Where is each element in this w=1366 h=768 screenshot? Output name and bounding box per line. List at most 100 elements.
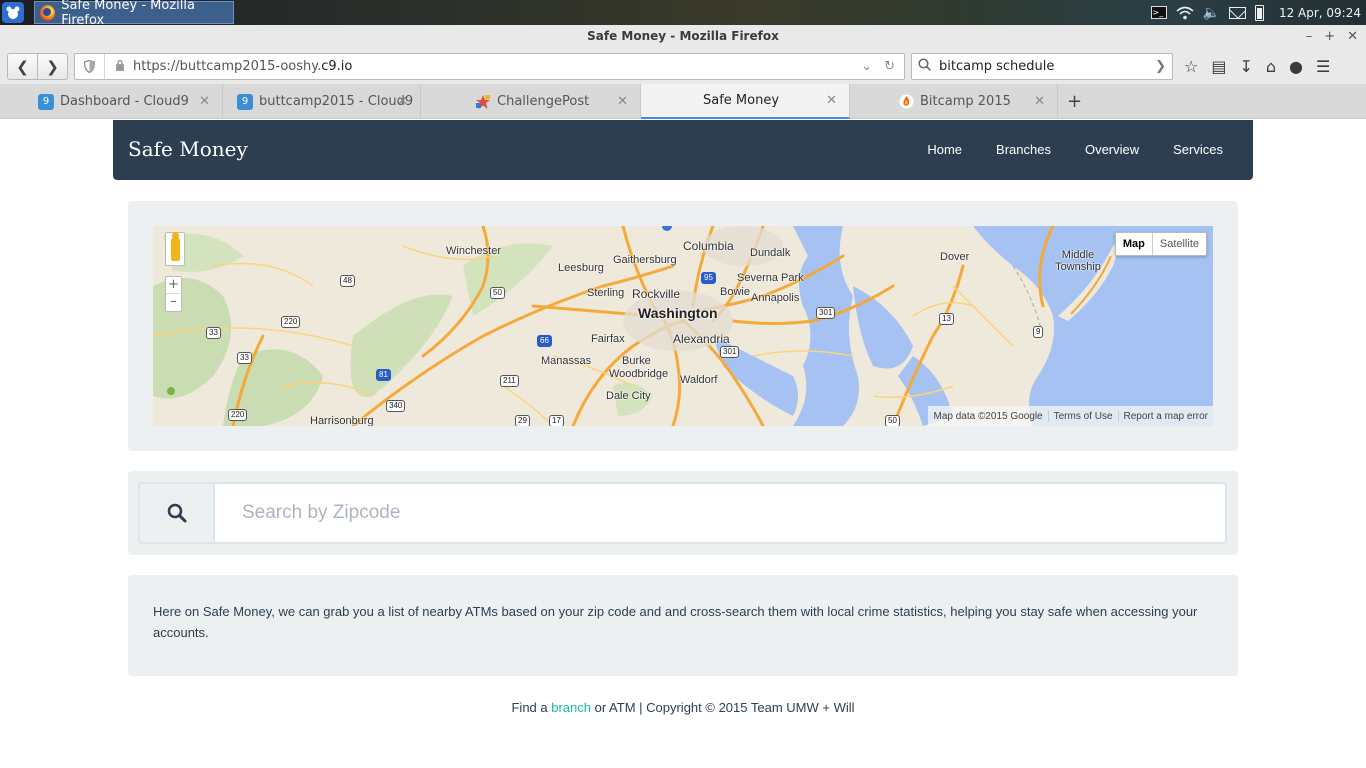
map-type-map-button[interactable]: Map	[1116, 233, 1153, 255]
challengepost-icon	[475, 94, 491, 110]
tab-title: Bitcamp 2015	[920, 94, 1011, 109]
shield-icon[interactable]	[75, 54, 105, 79]
nav-branches[interactable]: Branches	[996, 142, 1051, 157]
map-city-label: Dover	[940, 251, 970, 263]
zoom-control: + –	[165, 276, 182, 312]
search-bar-value[interactable]: bitcamp schedule	[939, 59, 1054, 74]
route-shield: 17	[549, 415, 564, 426]
info-well: Here on Safe Money, we can grab you a li…	[128, 575, 1238, 676]
mouse-logo-icon	[6, 6, 20, 19]
lock-icon	[115, 59, 125, 74]
terms-of-use-link[interactable]: Terms of Use	[1047, 410, 1118, 422]
bitcamp-icon	[898, 94, 914, 110]
map-city-label: Harrisonburg	[310, 415, 374, 426]
street-view-pegman[interactable]	[165, 232, 185, 266]
footer-prefix: Find a	[511, 700, 552, 715]
tab-title: ChallengePost	[497, 94, 590, 109]
toolbar-icons: ☆ ▤ ↧ ⌂ ● ☰	[1184, 57, 1330, 76]
battery-icon[interactable]	[1254, 4, 1264, 21]
mail-icon[interactable]	[1228, 6, 1246, 19]
pegman-icon	[170, 232, 180, 261]
url-prefix: https://buttcamp2015-ooshy.	[133, 59, 322, 74]
map-type-control: Map Satellite	[1114, 232, 1207, 256]
taskbar-window-button[interactable]: Safe Money - Mozilla Firefox	[34, 0, 234, 28]
zoom-out-icon[interactable]: –	[166, 293, 181, 310]
map-city-label: Annapolis	[751, 292, 800, 304]
route-shield: 48	[340, 275, 355, 287]
map-city-label: Bowie	[720, 286, 750, 298]
cloud9-icon: 9	[237, 93, 253, 110]
volume-muted-icon[interactable]: 🔈	[1203, 5, 1220, 21]
clock[interactable]: 12 Apr, 09:24	[1279, 6, 1361, 20]
close-icon[interactable]: ✕	[1347, 25, 1358, 48]
close-tab-icon[interactable]: ✕	[397, 94, 408, 109]
footer: Find a branch or ATM | Copyright © 2015 …	[0, 700, 1366, 715]
route-shield: 211	[500, 375, 519, 387]
downloads-icon[interactable]: ↧	[1239, 57, 1252, 76]
window-controls: – + ✕	[1306, 25, 1358, 48]
terminal-icon[interactable]: >_	[1150, 6, 1167, 19]
map-city-label: Dundalk	[750, 247, 791, 259]
map-city-label: Winchester	[446, 245, 502, 257]
report-map-error-link[interactable]: Report a map error	[1117, 410, 1213, 422]
route-shield: 301	[720, 346, 740, 358]
close-tab-icon[interactable]: ✕	[1034, 94, 1045, 109]
map-city-label: Manassas	[541, 355, 592, 367]
tab-challengepost[interactable]: ChallengePost ✕	[421, 84, 641, 119]
tab-bitcamp[interactable]: Bitcamp 2015 ✕	[850, 84, 1058, 119]
search-go-icon[interactable]: ❯	[1155, 59, 1166, 74]
zoom-in-icon[interactable]: +	[166, 277, 181, 293]
menu-icon[interactable]: ☰	[1316, 57, 1330, 76]
wifi-icon[interactable]	[1175, 6, 1194, 20]
site-brand[interactable]: Safe Money	[128, 137, 248, 161]
close-tab-icon[interactable]: ✕	[617, 94, 628, 109]
home-icon[interactable]: ⌂	[1266, 57, 1276, 76]
taskbar-window-title: Safe Money - Mozilla Firefox	[61, 0, 195, 28]
close-tab-icon[interactable]: ✕	[826, 93, 837, 108]
minimize-icon[interactable]: –	[1306, 25, 1313, 48]
nav-overview[interactable]: Overview	[1085, 142, 1139, 157]
route-shield: 81	[376, 369, 391, 381]
reload-icon[interactable]: ↻	[884, 59, 895, 74]
tab-dashboard-cloud9[interactable]: 9 Dashboard - Cloud9 ✕	[0, 84, 223, 119]
route-shield: 9	[1033, 326, 1044, 338]
nav-services[interactable]: Services	[1173, 142, 1223, 157]
route-shield: 220	[228, 409, 248, 421]
tab-buttcamp-cloud9[interactable]: 9 buttcamp2015 - Cloud9 ✕	[199, 84, 421, 119]
nav-home[interactable]: Home	[927, 142, 962, 157]
branch-link[interactable]: branch	[551, 700, 591, 715]
search-bar[interactable]: bitcamp schedule ❯	[911, 53, 1173, 80]
bookmark-star-icon[interactable]: ☆	[1184, 57, 1198, 76]
map-city-label: Sterling	[587, 287, 625, 299]
url-text[interactable]: https://buttcamp2015-ooshy.c9.io	[133, 59, 861, 74]
cloud9-icon: 9	[38, 93, 54, 110]
browser-toolbar: ❮ ❯ https://buttcamp2015-ooshy.c9.io ⌄ ↻…	[0, 48, 1366, 84]
url-bar[interactable]: https://buttcamp2015-ooshy.c9.io ⌄ ↻	[74, 53, 905, 80]
maximize-icon[interactable]: +	[1324, 25, 1335, 48]
map-city-label: Gaithersburg	[613, 254, 677, 266]
system-tray: >_ 🔈 12 Apr, 09:24	[1150, 0, 1366, 25]
map-city-label: Waldorf	[680, 374, 718, 386]
map-type-satellite-button[interactable]: Satellite	[1153, 233, 1206, 255]
url-actions: ⌄ ↻	[861, 59, 895, 74]
zip-search-group	[138, 482, 1227, 544]
chat-icon[interactable]: ●	[1289, 57, 1303, 76]
back-icon[interactable]: ❮	[8, 54, 38, 79]
map-city-label: Woodbridge	[609, 368, 669, 380]
site-nav-links: Home Branches Overview Services	[927, 142, 1223, 157]
route-shield: 50	[490, 287, 505, 299]
new-tab-icon[interactable]: +	[1067, 91, 1082, 112]
tab-safe-money[interactable]: Safe Money ✕	[641, 84, 850, 119]
google-map[interactable]: Winchester Columbia Dundalk Gaithersburg…	[153, 226, 1213, 426]
reading-list-icon[interactable]: ▤	[1211, 57, 1226, 76]
map-city-label: Alexandria	[673, 332, 730, 346]
forward-icon[interactable]: ❯	[38, 54, 67, 79]
zipcode-search-input[interactable]	[213, 482, 1227, 544]
dropdown-arrow-icon[interactable]: ⌄	[861, 59, 872, 74]
map-city-label: Leesburg	[558, 262, 604, 274]
tab-title: Safe Money	[703, 93, 780, 108]
app-menu-button[interactable]	[2, 2, 24, 23]
page-content: Safe Money Home Branches Overview Servic…	[0, 120, 1366, 768]
route-shield: 95	[701, 272, 716, 284]
route-shield: 33	[237, 352, 252, 364]
